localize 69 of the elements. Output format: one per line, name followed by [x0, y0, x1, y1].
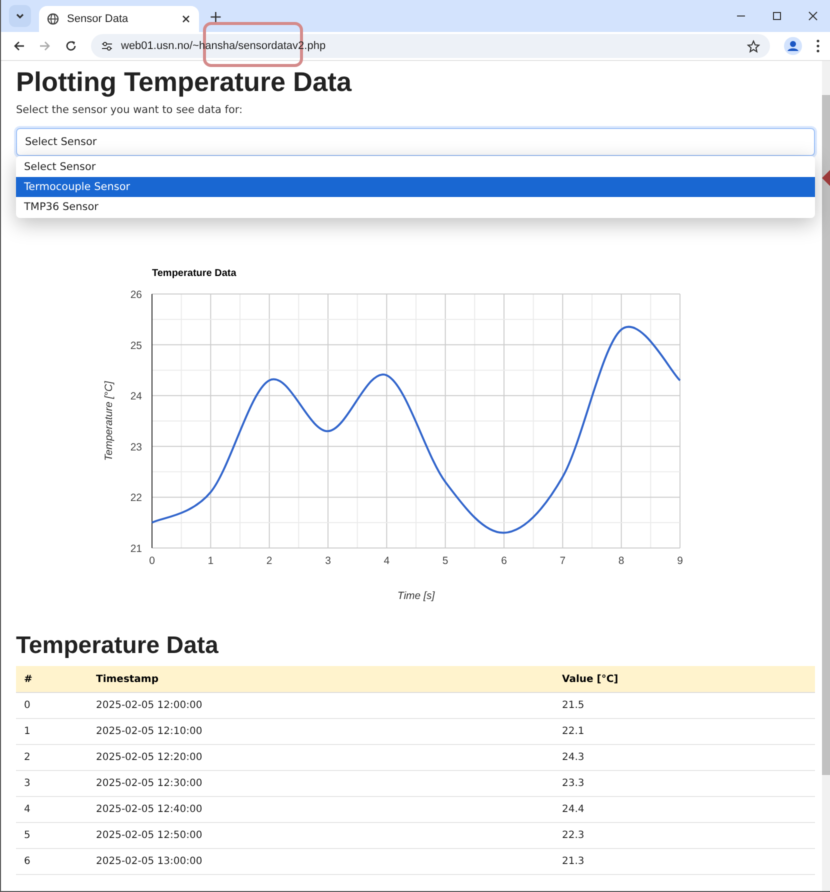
reload-icon[interactable]	[65, 40, 77, 52]
close-icon[interactable]	[181, 14, 191, 24]
scrollbar[interactable]	[822, 61, 830, 891]
table-cell: 6	[16, 848, 88, 874]
table-cell: 5	[16, 822, 88, 848]
table-cell: 2025-02-05 12:20:00	[88, 744, 554, 770]
x-tick-label: 8	[618, 555, 624, 567]
x-tick-label: 3	[325, 555, 331, 567]
x-tick-label: 6	[501, 555, 507, 567]
browser-tab[interactable]: Sensor Data	[39, 6, 199, 32]
chart-title: Temperature Data	[152, 268, 236, 279]
table-cell: 24.3	[554, 744, 815, 770]
column-header: #	[16, 666, 88, 692]
table-cell: 2025-02-05 12:00:00	[88, 692, 554, 718]
y-axis-label: Temperature [°C]	[103, 381, 115, 461]
x-tick-label: 0	[149, 555, 155, 567]
table-cell: 3	[16, 770, 88, 796]
table-cell: 23.3	[554, 770, 815, 796]
dropdown-option[interactable]: Select Sensor	[16, 157, 815, 177]
more-menu-icon[interactable]	[816, 39, 820, 53]
table-cell: 2025-02-05 12:30:00	[88, 770, 554, 796]
globe-icon	[47, 13, 59, 25]
y-tick-label: 25	[130, 340, 142, 352]
table-cell: 0	[16, 692, 88, 718]
table-cell: 2025-02-05 13:00:00	[88, 848, 554, 874]
pointer-arrow-icon	[822, 170, 830, 186]
column-header: Timestamp	[88, 666, 554, 692]
close-icon[interactable]	[808, 11, 818, 21]
x-tick-label: 7	[560, 555, 566, 567]
table-cell: 2025-02-05 12:50:00	[88, 822, 554, 848]
star-icon[interactable]	[747, 40, 760, 52]
url-text: web01.usn.no/~hansha/sensordatav2.php	[121, 40, 326, 52]
table-cell: 2025-02-05 12:40:00	[88, 796, 554, 822]
table-cell: 1	[16, 718, 88, 744]
instruction-text: Select the sensor you want to see data for:	[16, 104, 244, 116]
maximize-icon[interactable]	[772, 11, 782, 21]
back-arrow-icon[interactable]	[13, 40, 25, 52]
table-cell: 22.1	[554, 718, 815, 744]
x-tick-label: 5	[442, 555, 448, 567]
x-tick-label: 2	[266, 555, 272, 567]
table-cell: 21.5	[554, 692, 815, 718]
x-tick-label: 4	[384, 555, 390, 567]
table-cell: 2	[16, 744, 88, 770]
tab-list-button[interactable]	[9, 5, 31, 27]
y-tick-label: 21	[130, 543, 142, 555]
y-tick-label: 23	[130, 441, 142, 454]
table-cell: 22.3	[554, 822, 815, 848]
y-tick-label: 26	[130, 289, 142, 301]
site-settings-icon[interactable]	[101, 40, 113, 52]
y-tick-label: 24	[130, 390, 142, 403]
table-cell: 4	[16, 796, 88, 822]
table-cell: 24.4	[554, 796, 815, 822]
new-tab-button[interactable]: +	[209, 6, 222, 26]
dropdown-option[interactable]: TMP36 Sensor	[16, 197, 815, 217]
x-tick-label: 9	[677, 555, 683, 567]
sensor-select[interactable]: Select Sensor	[16, 128, 815, 156]
chevron-down-icon	[15, 11, 25, 21]
column-header: Value [°C]	[554, 666, 815, 692]
page-heading: Plotting Temperature Data	[16, 67, 353, 98]
profile-icon[interactable]	[784, 37, 802, 55]
dropdown-option[interactable]: Termocouple Sensor	[16, 177, 815, 197]
section-heading: Temperature Data	[16, 632, 220, 660]
x-axis-label: Time [s]	[397, 590, 435, 602]
tab-title: Sensor Data	[67, 13, 130, 25]
table-cell: 2025-02-05 12:10:00	[88, 718, 554, 744]
x-tick-label: 1	[208, 555, 214, 567]
table-cell: 21.3	[554, 848, 815, 874]
y-tick-label: 22	[130, 492, 142, 504]
address-bar[interactable]: web01.usn.no/~hansha/sensordatav2.php	[91, 34, 770, 58]
